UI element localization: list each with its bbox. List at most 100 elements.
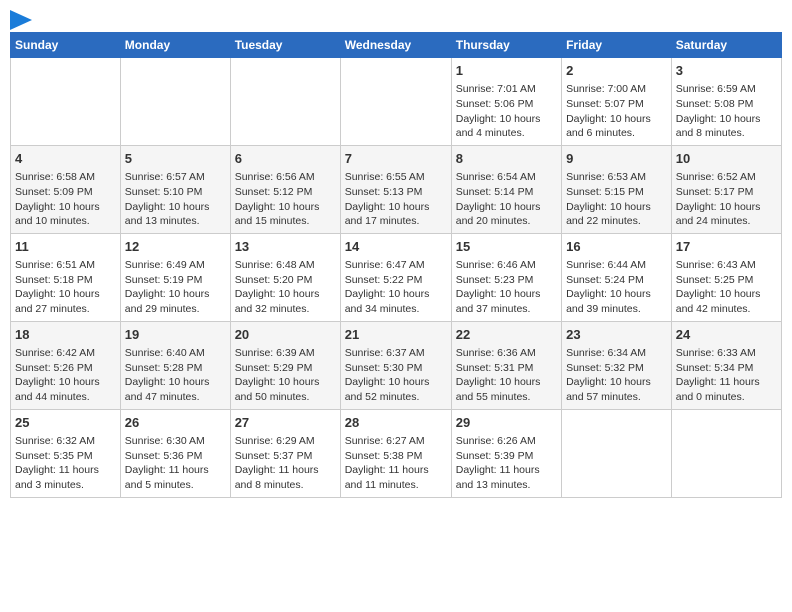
- day-number: 16: [566, 238, 667, 256]
- calendar-cell: [230, 58, 340, 146]
- calendar-cell: 16 Sunrise: 6:44 AM Sunset: 5:24 PM Dayli…: [562, 233, 672, 321]
- day-number: 24: [676, 326, 777, 344]
- day-number: 2: [566, 62, 667, 80]
- header-sunday: Sunday: [11, 33, 121, 58]
- calendar-cell: 8 Sunrise: 6:54 AM Sunset: 5:14 PM Daylig…: [451, 145, 561, 233]
- day-info: Sunrise: 6:36 AM Sunset: 5:31 PM Dayligh…: [456, 346, 557, 405]
- day-info: Sunrise: 6:30 AM Sunset: 5:36 PM Dayligh…: [125, 434, 226, 493]
- day-info: Sunrise: 6:44 AM Sunset: 5:24 PM Dayligh…: [566, 258, 667, 317]
- calendar-cell: [671, 409, 781, 497]
- calendar-cell: 14 Sunrise: 6:47 AM Sunset: 5:22 PM Dayli…: [340, 233, 451, 321]
- calendar-cell: 3Sunrise: 6:59 AM Sunset: 5:08 PM Daylig…: [671, 58, 781, 146]
- day-info: Sunrise: 6:39 AM Sunset: 5:29 PM Dayligh…: [235, 346, 336, 405]
- day-info: Sunrise: 6:52 AM Sunset: 5:17 PM Dayligh…: [676, 170, 777, 229]
- page-header: [10, 10, 782, 26]
- day-info: Sunrise: 6:54 AM Sunset: 5:14 PM Dayligh…: [456, 170, 557, 229]
- calendar-cell: 15 Sunrise: 6:46 AM Sunset: 5:23 PM Dayli…: [451, 233, 561, 321]
- day-info: Sunrise: 6:33 AM Sunset: 5:34 PM Dayligh…: [676, 346, 777, 405]
- calendar-cell: 12 Sunrise: 6:49 AM Sunset: 5:19 PM Dayli…: [120, 233, 230, 321]
- day-number: 20: [235, 326, 336, 344]
- calendar-cell: 2 Sunrise: 7:00 AM Sunset: 5:07 PM Daylig…: [562, 58, 672, 146]
- header-thursday: Thursday: [451, 33, 561, 58]
- day-info: Sunrise: 6:29 AM Sunset: 5:37 PM Dayligh…: [235, 434, 336, 493]
- calendar-cell: 11 Sunrise: 6:51 AM Sunset: 5:18 PM Dayli…: [11, 233, 121, 321]
- calendar-cell: 7 Sunrise: 6:55 AM Sunset: 5:13 PM Daylig…: [340, 145, 451, 233]
- day-number: 29: [456, 414, 557, 432]
- calendar-cell: 23 Sunrise: 6:34 AM Sunset: 5:32 PM Dayli…: [562, 321, 672, 409]
- day-number: 4: [15, 150, 116, 168]
- header-friday: Friday: [562, 33, 672, 58]
- calendar-cell: 10 Sunrise: 6:52 AM Sunset: 5:17 PM Dayli…: [671, 145, 781, 233]
- day-number: 5: [125, 150, 226, 168]
- day-number: 1: [456, 62, 557, 80]
- day-info: Sunrise: 6:32 AM Sunset: 5:35 PM Dayligh…: [15, 434, 116, 493]
- calendar-cell: 1 Sunrise: 7:01 AM Sunset: 5:06 PM Daylig…: [451, 58, 561, 146]
- day-number: 7: [345, 150, 447, 168]
- calendar-cell: 9Sunrise: 6:53 AM Sunset: 5:15 PM Daylig…: [562, 145, 672, 233]
- day-info: Sunrise: 6:46 AM Sunset: 5:23 PM Dayligh…: [456, 258, 557, 317]
- calendar-week-4: 18Sunrise: 6:42 AM Sunset: 5:26 PM Dayli…: [11, 321, 782, 409]
- calendar-cell: 5Sunrise: 6:57 AM Sunset: 5:10 PM Daylig…: [120, 145, 230, 233]
- day-number: 13: [235, 238, 336, 256]
- day-number: 17: [676, 238, 777, 256]
- calendar-week-1: 1 Sunrise: 7:01 AM Sunset: 5:06 PM Daylig…: [11, 58, 782, 146]
- calendar-week-5: 25 Sunrise: 6:32 AM Sunset: 5:35 PM Dayli…: [11, 409, 782, 497]
- day-info: Sunrise: 6:27 AM Sunset: 5:38 PM Dayligh…: [345, 434, 447, 493]
- calendar-cell: 13 Sunrise: 6:48 AM Sunset: 5:20 PM Dayli…: [230, 233, 340, 321]
- day-info: Sunrise: 7:01 AM Sunset: 5:06 PM Dayligh…: [456, 82, 557, 141]
- logo: [10, 10, 32, 26]
- day-info: Sunrise: 6:49 AM Sunset: 5:19 PM Dayligh…: [125, 258, 226, 317]
- day-number: 3: [676, 62, 777, 80]
- logo-arrow-icon: [10, 10, 32, 30]
- day-number: 23: [566, 326, 667, 344]
- day-info: Sunrise: 6:56 AM Sunset: 5:12 PM Dayligh…: [235, 170, 336, 229]
- day-info: Sunrise: 6:51 AM Sunset: 5:18 PM Dayligh…: [15, 258, 116, 317]
- day-info: Sunrise: 6:47 AM Sunset: 5:22 PM Dayligh…: [345, 258, 447, 317]
- day-number: 10: [676, 150, 777, 168]
- calendar-table: Sunday Monday Tuesday Wednesday Thursday…: [10, 32, 782, 498]
- day-info: Sunrise: 6:40 AM Sunset: 5:28 PM Dayligh…: [125, 346, 226, 405]
- header-wednesday: Wednesday: [340, 33, 451, 58]
- calendar-cell: 28 Sunrise: 6:27 AM Sunset: 5:38 PM Dayli…: [340, 409, 451, 497]
- day-number: 14: [345, 238, 447, 256]
- day-number: 25: [15, 414, 116, 432]
- day-number: 28: [345, 414, 447, 432]
- day-info: Sunrise: 6:53 AM Sunset: 5:15 PM Dayligh…: [566, 170, 667, 229]
- day-info: Sunrise: 6:55 AM Sunset: 5:13 PM Dayligh…: [345, 170, 447, 229]
- calendar-cell: 26 Sunrise: 6:30 AM Sunset: 5:36 PM Dayli…: [120, 409, 230, 497]
- day-number: 15: [456, 238, 557, 256]
- calendar-cell: 22 Sunrise: 6:36 AM Sunset: 5:31 PM Dayli…: [451, 321, 561, 409]
- calendar-cell: 4 Sunrise: 6:58 AM Sunset: 5:09 PM Daylig…: [11, 145, 121, 233]
- day-info: Sunrise: 7:00 AM Sunset: 5:07 PM Dayligh…: [566, 82, 667, 141]
- header-saturday: Saturday: [671, 33, 781, 58]
- day-number: 12: [125, 238, 226, 256]
- day-number: 27: [235, 414, 336, 432]
- calendar-cell: [11, 58, 121, 146]
- day-number: 11: [15, 238, 116, 256]
- calendar-week-2: 4 Sunrise: 6:58 AM Sunset: 5:09 PM Daylig…: [11, 145, 782, 233]
- calendar-cell: 24 Sunrise: 6:33 AM Sunset: 5:34 PM Dayli…: [671, 321, 781, 409]
- day-info: Sunrise: 6:43 AM Sunset: 5:25 PM Dayligh…: [676, 258, 777, 317]
- day-info: Sunrise: 6:58 AM Sunset: 5:09 PM Dayligh…: [15, 170, 116, 229]
- day-number: 21: [345, 326, 447, 344]
- calendar-cell: [340, 58, 451, 146]
- header-monday: Monday: [120, 33, 230, 58]
- calendar-cell: 27 Sunrise: 6:29 AM Sunset: 5:37 PM Dayli…: [230, 409, 340, 497]
- calendar-week-3: 11 Sunrise: 6:51 AM Sunset: 5:18 PM Dayli…: [11, 233, 782, 321]
- calendar-cell: 18Sunrise: 6:42 AM Sunset: 5:26 PM Dayli…: [11, 321, 121, 409]
- day-number: 6: [235, 150, 336, 168]
- day-info: Sunrise: 6:42 AM Sunset: 5:26 PM Dayligh…: [15, 346, 116, 405]
- day-number: 8: [456, 150, 557, 168]
- calendar-cell: [562, 409, 672, 497]
- day-number: 22: [456, 326, 557, 344]
- day-info: Sunrise: 6:26 AM Sunset: 5:39 PM Dayligh…: [456, 434, 557, 493]
- calendar-cell: 21 Sunrise: 6:37 AM Sunset: 5:30 PM Dayli…: [340, 321, 451, 409]
- day-info: Sunrise: 6:48 AM Sunset: 5:20 PM Dayligh…: [235, 258, 336, 317]
- day-info: Sunrise: 6:37 AM Sunset: 5:30 PM Dayligh…: [345, 346, 447, 405]
- calendar-cell: 25 Sunrise: 6:32 AM Sunset: 5:35 PM Dayli…: [11, 409, 121, 497]
- header-tuesday: Tuesday: [230, 33, 340, 58]
- calendar-body: 1 Sunrise: 7:01 AM Sunset: 5:06 PM Daylig…: [11, 58, 782, 498]
- calendar-cell: 29 Sunrise: 6:26 AM Sunset: 5:39 PM Dayli…: [451, 409, 561, 497]
- day-info: Sunrise: 6:34 AM Sunset: 5:32 PM Dayligh…: [566, 346, 667, 405]
- day-number: 26: [125, 414, 226, 432]
